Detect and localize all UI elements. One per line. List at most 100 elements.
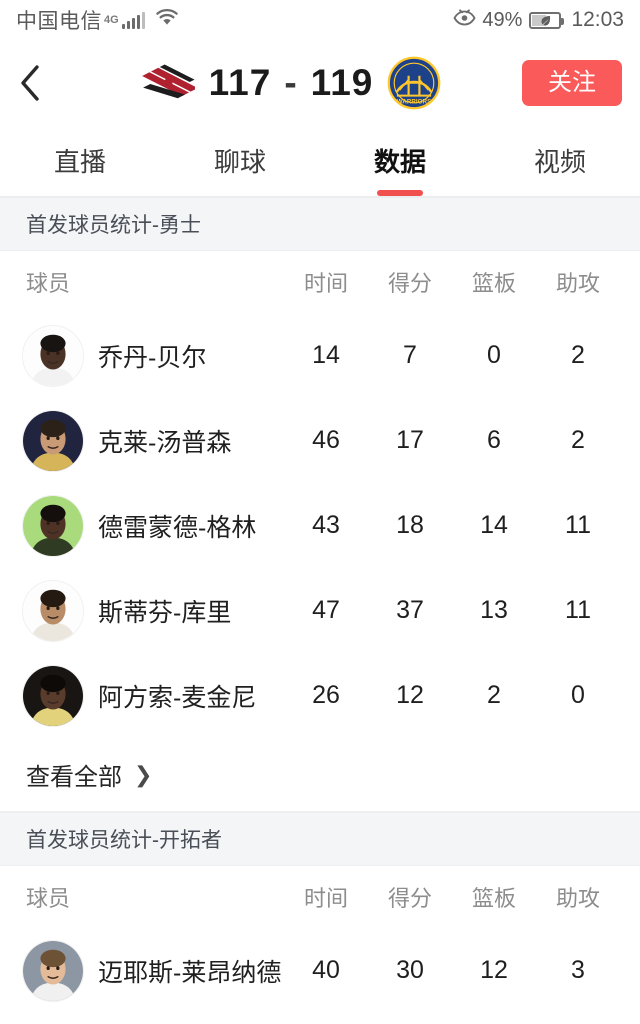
tab-video[interactable]: 视频 [480,125,640,196]
column-header-row: 球员 时间 得分 篮板 助攻 [0,866,640,928]
player-identity: 斯蒂芬-库里 [22,579,284,642]
player-assists: 0 [571,681,585,709]
tab-bar: 直播 聊球 数据 视频 [0,125,640,197]
player-identity: 克莱-汤普森 [22,409,284,472]
carrier-label: 中国电信 [16,10,102,33]
section-trail-blazers: 首发球员统计-开拓者 球员 时间 得分 篮板 助攻 迈耶斯-莱昂纳德 40 30 12… [0,812,640,1013]
section-warriors: 首发球员统计-勇士 球员 时间 得分 篮板 助攻 乔丹-贝尔 14 7 0 2 克莱-汤普… [0,197,640,812]
player-minutes: 47 [312,596,340,624]
home-score: 117 [208,61,272,103]
player-name: 乔丹-贝尔 [98,343,207,372]
player-row[interactable]: 阿方索-麦金尼 26 12 2 0 [0,653,640,738]
clock-label: 12:03 [571,8,624,31]
column-header-rebounds: 篮板 [471,271,516,296]
player-points: 7 [403,341,417,369]
view-all-label: 查看全部 [26,764,122,791]
player-row[interactable]: 斯蒂芬-库里 47 37 13 11 [0,568,640,653]
status-bar: 中国电信 4G 49% 12:03 [0,0,640,40]
signal-bars-icon [121,11,145,29]
player-name: 斯蒂芬-库里 [98,598,232,627]
player-minutes: 26 [312,681,340,709]
player-identity: 阿方索-麦金尼 [22,664,284,727]
player-rebounds: 6 [487,426,501,454]
view-all-button[interactable]: 查看全部 ❯ [0,738,640,812]
trail-blazers-logo [141,56,198,110]
battery-saver-leaf-icon [529,11,565,29]
column-header-minutes: 时间 [303,271,348,296]
player-avatar [22,664,84,727]
scoreboard: 117-119 WARRIORS [60,56,522,110]
svg-text:WARRIORS: WARRIORS [397,98,432,105]
player-minutes: 40 [312,956,340,984]
player-minutes: 46 [312,426,340,454]
score-display: 117-119 [209,62,374,104]
player-rebounds: 0 [487,341,501,369]
section-title: 首发球员统计-勇士 [0,197,640,251]
battery-percent-label: 49% [482,8,523,31]
eye-comfort-icon [453,9,476,31]
tab-stats[interactable]: 数据 [320,125,480,196]
tab-chat[interactable]: 聊球 [160,125,320,196]
player-row[interactable]: 克莱-汤普森 46 17 6 2 [0,398,640,483]
player-assists: 11 [565,596,591,624]
section-title: 首发球员统计-开拓者 [0,812,640,866]
player-points: 12 [396,681,424,709]
tab-live[interactable]: 直播 [0,125,160,196]
player-identity: 乔丹-贝尔 [22,324,284,387]
player-list: 乔丹-贝尔 14 7 0 2 克莱-汤普森 46 17 6 2 德雷蒙德-格林 43 18 14 11 斯蒂芬… [0,313,640,738]
player-rebounds: 12 [480,956,508,984]
player-name: 迈耶斯-莱昂纳德 [98,958,282,987]
player-identity: 德雷蒙德-格林 [22,494,284,557]
player-name: 克莱-汤普森 [98,428,232,457]
column-header-points: 得分 [387,271,432,296]
column-header-row: 球员 时间 得分 篮板 助攻 [0,251,640,313]
column-header-minutes: 时间 [303,886,348,911]
player-list: 迈耶斯-莱昂纳德 40 30 12 3 [0,928,640,1013]
back-button[interactable] [18,62,60,104]
stats-content: 首发球员统计-勇士 球员 时间 得分 篮板 助攻 乔丹-贝尔 14 7 0 2 克莱-汤普… [0,197,640,1013]
player-minutes: 43 [312,511,340,539]
player-rebounds: 13 [480,596,508,624]
tab-label: 数据 [373,147,426,177]
player-name: 德雷蒙德-格林 [98,513,257,542]
player-identity: 迈耶斯-莱昂纳德 [22,939,284,1002]
player-avatar [22,324,84,387]
wifi-icon [154,8,180,32]
tab-label: 视频 [533,147,586,177]
column-header-points: 得分 [387,886,432,911]
player-assists: 11 [565,511,591,539]
player-avatar [22,939,84,1002]
player-row[interactable]: 乔丹-贝尔 14 7 0 2 [0,313,640,398]
tab-label: 直播 [53,147,106,177]
player-row[interactable]: 迈耶斯-莱昂纳德 40 30 12 3 [0,928,640,1013]
status-bar-right: 49% 12:03 [453,8,624,32]
status-bar-left: 中国电信 4G [16,5,180,35]
player-name: 阿方索-麦金尼 [98,683,257,712]
tab-underline [377,190,423,196]
player-points: 17 [396,426,424,454]
column-header-player: 球员 [26,886,71,911]
player-row[interactable]: 德雷蒙德-格林 43 18 14 11 [0,483,640,568]
app-screen: 中国电信 4G 49% 12:03 117 - 119 WARRIORS 关注 … [0,0,640,1024]
network-type-label: 4G [104,14,119,26]
player-assists: 2 [571,341,585,369]
player-points: 30 [396,956,424,984]
player-avatar [22,579,84,642]
column-header-assists: 助攻 [555,886,600,911]
player-assists: 3 [571,956,585,984]
match-header: 117-119 WARRIORS 关注 [0,40,640,125]
follow-button[interactable]: 关注 [522,59,622,106]
player-points: 37 [396,596,424,624]
player-minutes: 14 [312,341,340,369]
away-score: 119 [310,61,374,103]
score-separator: - [284,61,298,103]
player-assists: 2 [571,426,585,454]
column-header-player: 球员 [26,271,71,296]
warriors-logo: WARRIORS [387,56,441,110]
player-avatar [22,494,84,557]
player-rebounds: 14 [480,511,508,539]
player-avatar [22,409,84,472]
column-header-rebounds: 篮板 [471,886,516,911]
column-header-assists: 助攻 [555,271,600,296]
chevron-right-icon: ❯ [134,761,153,787]
